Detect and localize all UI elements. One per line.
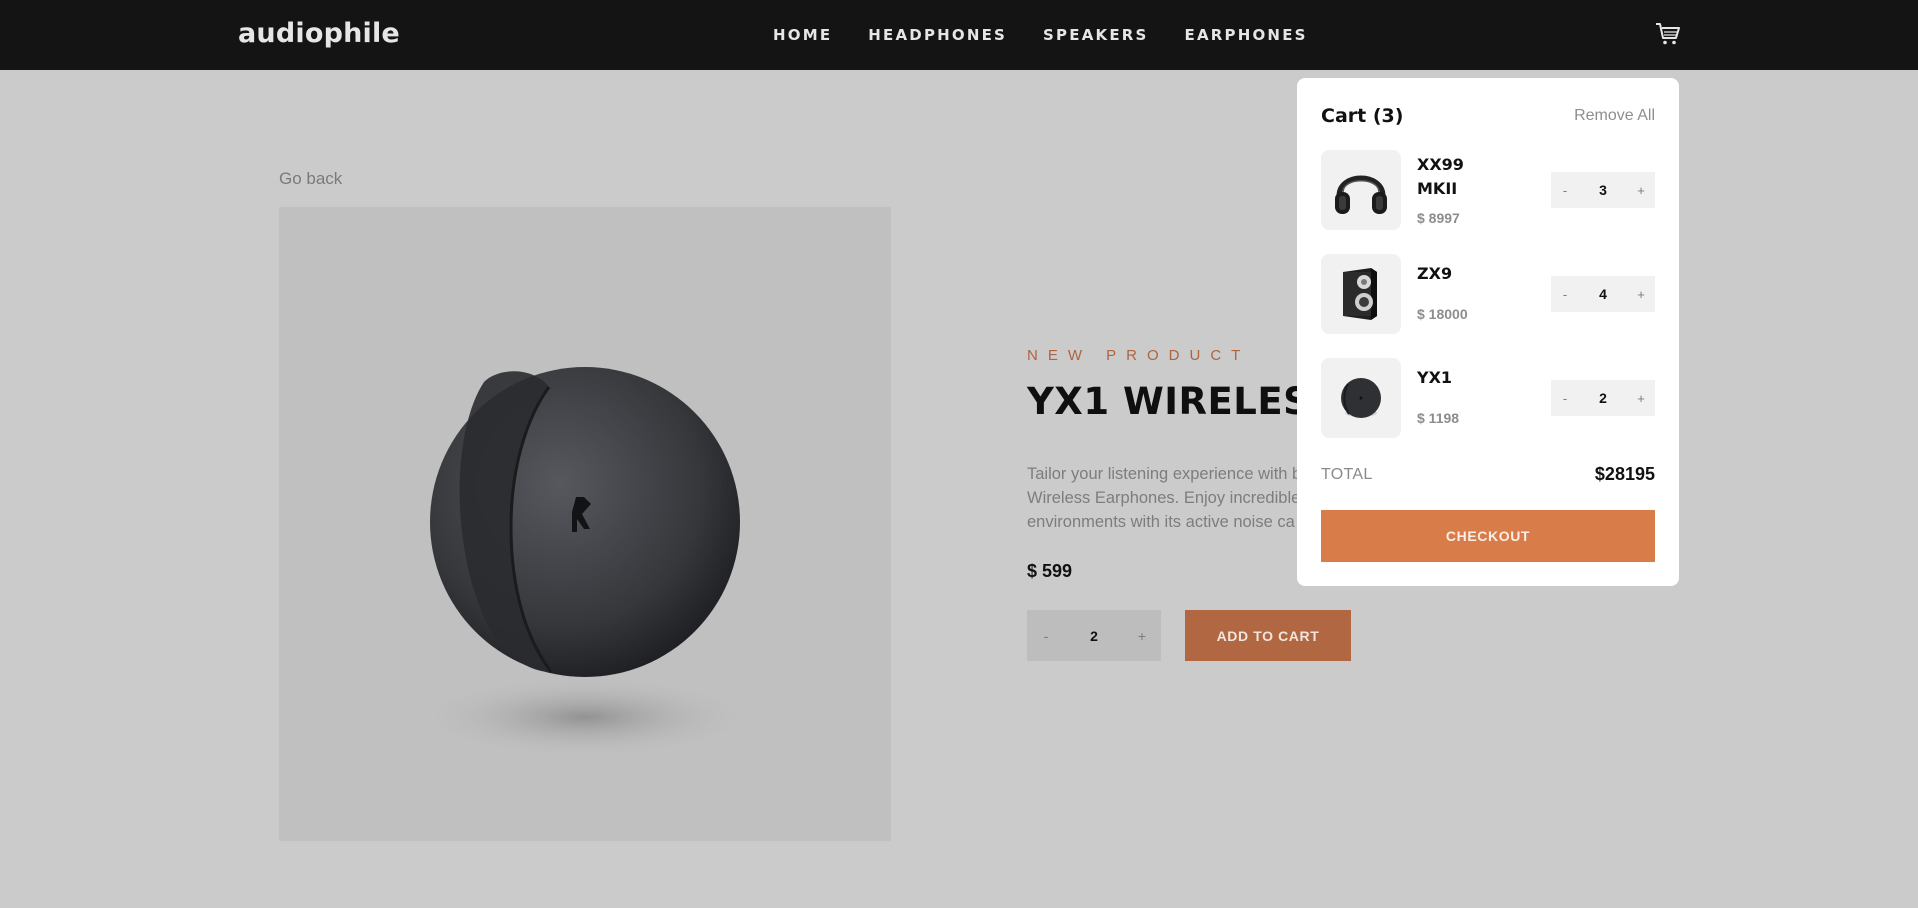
main-nav: HOME HEADPHONES SPEAKERS EARPHONES xyxy=(773,26,1344,44)
cart-item-name: XX99 MKII xyxy=(1417,155,1464,198)
quantity-value: 2 xyxy=(1599,390,1607,406)
nav-earphones[interactable]: EARPHONES xyxy=(1185,26,1308,44)
increment-button[interactable]: + xyxy=(1123,628,1161,644)
cart-icon[interactable] xyxy=(1655,22,1681,46)
cart-quantity-stepper: - 4 + xyxy=(1551,276,1655,312)
nav-speakers[interactable]: SPEAKERS xyxy=(1043,26,1148,44)
description-line: Tailor your listening experience with b xyxy=(1027,465,1302,483)
cart-item: YX1 $ 1198 - 2 + xyxy=(1321,358,1655,438)
cart-item: XX99 MKII $ 8997 - 3 + xyxy=(1321,150,1655,230)
decrement-button[interactable]: - xyxy=(1027,628,1065,644)
cart-item-name: YX1 xyxy=(1417,368,1453,387)
cart-quantity-stepper: - 3 + xyxy=(1551,172,1655,208)
site-header: audiophile HOME HEADPHONES SPEAKERS EARP… xyxy=(0,0,1918,70)
cart-item-price: $ 18000 xyxy=(1417,306,1468,322)
remove-all-button[interactable]: Remove All xyxy=(1574,107,1655,125)
product-price: $ 599 xyxy=(1027,561,1073,581)
increment-button[interactable]: + xyxy=(1627,183,1655,198)
total-label: TOTAL xyxy=(1321,466,1373,483)
nav-headphones[interactable]: HEADPHONES xyxy=(868,26,1007,44)
earphones-icon xyxy=(1341,378,1381,418)
earphones-case-icon xyxy=(415,367,755,759)
decrement-button[interactable]: - xyxy=(1551,183,1579,198)
cart-item-thumbnail xyxy=(1321,150,1401,230)
product-image xyxy=(279,207,891,841)
cart-item-thumbnail xyxy=(1321,254,1401,334)
quantity-stepper: - 2 + xyxy=(1027,610,1161,661)
description-line: Wireless Earphones. Enjoy incredible xyxy=(1027,489,1301,507)
cart-item-price: $ 1198 xyxy=(1417,410,1460,426)
checkout-button[interactable]: CHECKOUT xyxy=(1321,510,1655,562)
quantity-value: 4 xyxy=(1599,286,1607,302)
total-value: $28195 xyxy=(1594,464,1655,484)
quantity-value: 2 xyxy=(1090,627,1098,644)
decrement-button[interactable]: - xyxy=(1551,391,1579,406)
cart-panel: Cart (3) Remove All XX99 MKII $ 8997 - 3… xyxy=(1297,78,1679,586)
decrement-button[interactable]: - xyxy=(1551,287,1579,302)
cart-item-price: $ 8997 xyxy=(1417,210,1460,226)
cart-quantity-stepper: - 2 + xyxy=(1551,380,1655,416)
headphones-icon xyxy=(1335,175,1387,214)
increment-button[interactable]: + xyxy=(1627,287,1655,302)
go-back-link[interactable]: Go back xyxy=(279,169,342,189)
logo[interactable]: audiophile xyxy=(238,18,400,49)
cart-item-thumbnail xyxy=(1321,358,1401,438)
cart-item: ZX9 $ 18000 - 4 + xyxy=(1321,254,1655,334)
increment-button[interactable]: + xyxy=(1627,391,1655,406)
quantity-value: 3 xyxy=(1599,182,1607,198)
cart-item-name: ZX9 xyxy=(1417,264,1453,283)
speaker-icon xyxy=(1343,268,1377,320)
add-to-cart-button[interactable]: ADD TO CART xyxy=(1185,610,1351,661)
cart-title: Cart (3) xyxy=(1321,105,1404,127)
product-overline: NEW PRODUCT xyxy=(1027,347,1251,364)
nav-home[interactable]: HOME xyxy=(773,26,832,44)
description-line: environments with its active noise ca xyxy=(1027,513,1295,531)
